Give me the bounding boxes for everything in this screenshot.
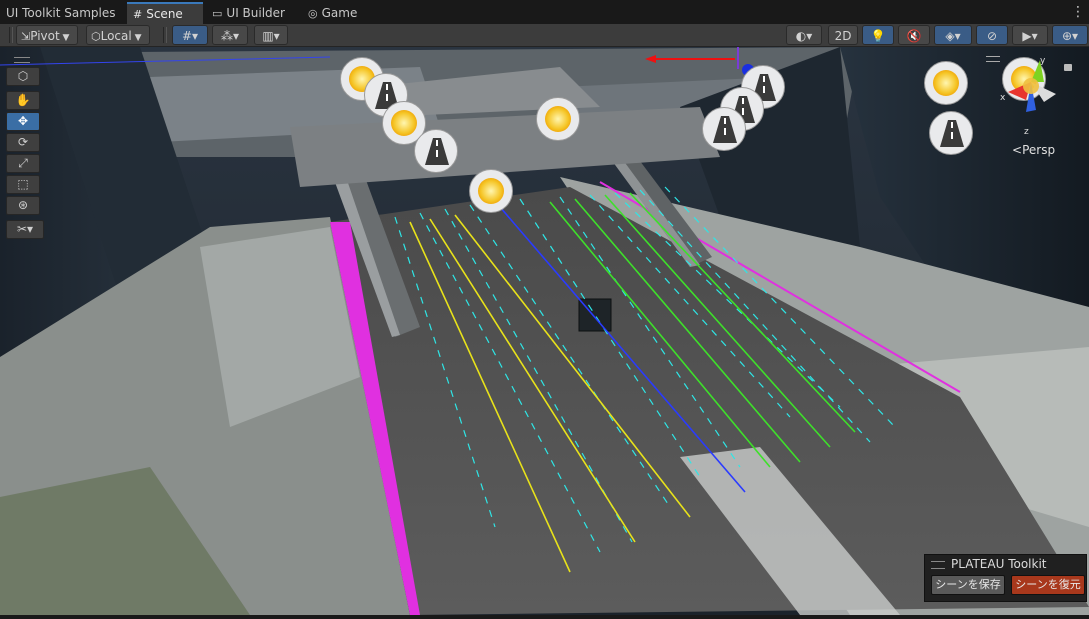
tab-label: UI Toolkit Samples (6, 6, 116, 20)
grid-snap-icon: #▾ (181, 29, 199, 43)
tab-label: Game (321, 6, 358, 20)
local-label: Local (100, 29, 132, 43)
road-icon[interactable] (929, 111, 973, 155)
projection-toggle[interactable]: <Persp (1012, 143, 1055, 157)
road-glyph (940, 120, 964, 147)
road-icon[interactable] (702, 107, 746, 151)
camera-icon: ▶▾ (1022, 29, 1038, 43)
tab-scene[interactable]: # Scene (127, 2, 203, 24)
lighting-toggle[interactable]: 💡 (862, 25, 894, 45)
road-glyph (425, 138, 449, 165)
road-icon[interactable] (414, 129, 458, 173)
toggle-2d-label: 2D (834, 29, 852, 43)
mute-speaker-icon: 🔇 (906, 29, 922, 43)
palette-grip (14, 57, 30, 63)
tab-label: Scene (146, 7, 183, 21)
chevron-down-icon: ▼ (59, 33, 70, 43)
panel-title: PLATEAU Toolkit (951, 557, 1047, 571)
sun-glow (545, 106, 571, 132)
plateau-toolkit-panel: PLATEAU Toolkit シーンを保存 シーンを復元 (924, 554, 1087, 602)
hand-icon: ✋ (15, 93, 31, 107)
window-icon: ▭ (212, 7, 223, 20)
grid-visibility-toggle[interactable]: ▥▾ (254, 25, 288, 45)
toolbar-grip (163, 27, 167, 43)
move-tool[interactable]: ✥ (6, 112, 40, 131)
hash-grid-icon: # (133, 8, 143, 21)
scene-viewport[interactable]: ⬡ ✋ ✥ ⟳ ⤢ ⬚ ⊛ ✂▾ x y z <Persp PLATEAU To… (0, 47, 1089, 615)
tab-game[interactable]: ◎ Game (302, 2, 363, 24)
transform-icon: ⊛ (17, 198, 29, 212)
projection-label: Persp (1022, 143, 1056, 157)
cube-outline-icon: ⬡ (17, 69, 29, 83)
scene-visibility-toggle[interactable]: ⊘ (976, 25, 1008, 45)
gizmo-x-label: x (1000, 93, 1006, 103)
gizmo-globe-icon: ⊕▾ (1061, 29, 1079, 43)
tab-ui-builder[interactable]: ▭ UI Builder (206, 2, 291, 24)
shading-sphere-icon: ◐▾ (795, 29, 813, 43)
wrench-icon: ✂▾ (16, 222, 34, 236)
rect-transform-icon: ⬚ (17, 177, 29, 191)
scale-tool[interactable]: ⤢ (6, 154, 40, 173)
more-options-icon[interactable]: ⋮ (1071, 2, 1085, 22)
increment-snap-toggle[interactable]: ⁂▾ (212, 25, 248, 45)
increment-snap-icon: ⁂▾ (220, 29, 240, 43)
move-arrows-icon: ✥ (17, 114, 29, 128)
scene-toolbar: ⇲Pivot ▼ ⬡Local ▼ #▾ ⁂▾ ▥▾ ◐▾ 2D 💡 🔇 ◈▾ … (0, 24, 1089, 47)
sun-glow (478, 178, 504, 204)
save-scene-button[interactable]: シーンを保存 (931, 575, 1005, 595)
chevron-down-icon: ▼ (131, 33, 142, 43)
rotate-tool[interactable]: ⟳ (6, 133, 40, 152)
cube-icon: ⬡ (91, 30, 101, 43)
gizmo-z-label: z (1024, 127, 1029, 137)
toggle-2d-button[interactable]: 2D (828, 25, 858, 45)
lightbulb-icon: 💡 (870, 29, 886, 43)
gizmo-y-label: y (1040, 56, 1046, 66)
gizmo-grip (986, 56, 1000, 62)
road-glyph (713, 116, 737, 143)
layers-icon: ◈▾ (945, 29, 961, 43)
audio-toggle[interactable]: 🔇 (898, 25, 930, 45)
custom-tools-dropdown[interactable]: ✂▾ (6, 220, 44, 239)
pivot-icon: ⇲ (21, 30, 31, 43)
orientation-gizmo[interactable]: x y z (986, 52, 1072, 142)
sun-icon[interactable] (536, 97, 580, 141)
tab-bar: UI Toolkit Samples # Scene ▭ UI Builder ◎ G… (0, 0, 1089, 24)
axis-gizmo: x y z (1000, 56, 1056, 137)
rect-tool[interactable]: ⬚ (6, 175, 40, 194)
gamepad-icon: ◎ (308, 7, 318, 20)
scale-icon: ⤢ (18, 156, 28, 170)
sun-glow (391, 110, 417, 136)
pivot-label: Pivot (30, 29, 60, 43)
tab-label: UI Builder (226, 6, 285, 20)
toolbar-grip (9, 27, 13, 43)
tab-ui-toolkit-samples[interactable]: UI Toolkit Samples (0, 2, 122, 24)
restore-scene-button[interactable]: シーンを復元 (1011, 575, 1085, 595)
panel-grip[interactable] (931, 561, 945, 569)
grid-icon: ▥▾ (262, 29, 280, 43)
local-dropdown[interactable]: ⬡Local ▼ (86, 25, 150, 45)
gizmos-dropdown[interactable]: ⊕▾ (1052, 25, 1088, 45)
chevron-left-icon: < (1012, 143, 1023, 157)
effects-dropdown[interactable]: ◈▾ (934, 25, 972, 45)
sun-icon[interactable] (924, 61, 968, 105)
hand-tool[interactable]: ✋ (6, 91, 40, 110)
lock-icon[interactable] (1064, 64, 1072, 71)
camera-dropdown[interactable]: ▶▾ (1012, 25, 1048, 45)
pivot-dropdown[interactable]: ⇲Pivot ▼ (16, 25, 78, 45)
transform-tool[interactable]: ⊛ (6, 196, 40, 215)
draw-mode-dropdown[interactable]: ◐▾ (786, 25, 822, 45)
hidden-eye-icon: ⊘ (986, 29, 998, 43)
view-cube-tool[interactable]: ⬡ (6, 67, 40, 86)
rotate-icon: ⟳ (17, 135, 29, 149)
bottom-border (0, 615, 1089, 619)
grid-snap-toggle[interactable]: #▾ (172, 25, 208, 45)
sun-glow (933, 70, 959, 96)
sun-icon[interactable] (469, 169, 513, 213)
